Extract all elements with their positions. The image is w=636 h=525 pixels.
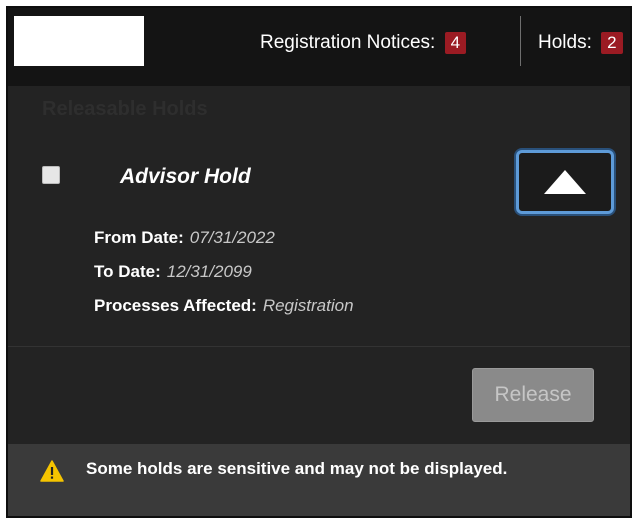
holds-label: Holds: — [538, 32, 592, 53]
registration-notices-badge: 4 — [444, 32, 467, 54]
chevron-up-icon — [544, 170, 586, 194]
holds-panel: Registration Notices: 4 Holds: 2 Releasa… — [6, 6, 632, 518]
hold-checkbox[interactable] — [42, 166, 60, 184]
collapse-button[interactable] — [516, 150, 614, 214]
to-date-row: To Date: 12/31/2099 — [94, 262, 252, 282]
processes-affected-row: Processes Affected: Registration — [94, 296, 354, 316]
section-title: Releasable Holds — [42, 98, 208, 120]
to-date-label: To Date: — [94, 262, 161, 281]
registration-notices-link[interactable]: Registration Notices: 4 — [260, 32, 467, 54]
from-date-value: 07/31/2022 — [189, 228, 275, 247]
divider — [8, 346, 630, 347]
hold-name: Advisor Hold — [120, 165, 251, 188]
processes-affected-value: Registration — [262, 296, 354, 315]
registration-notices-label: Registration Notices: — [260, 32, 436, 53]
sensitive-holds-notice: Some holds are sensitive and may not be … — [8, 444, 630, 516]
logo — [14, 16, 144, 66]
holds-link[interactable]: Holds: 2 — [538, 32, 623, 54]
from-date-row: From Date: 07/31/2022 — [94, 228, 275, 248]
from-date-label: From Date: — [94, 228, 184, 247]
processes-affected-label: Processes Affected: — [94, 296, 257, 315]
holds-badge: 2 — [601, 32, 623, 54]
sensitive-holds-message: Some holds are sensitive and may not be … — [86, 459, 508, 478]
header-bar: Registration Notices: 4 Holds: 2 — [8, 8, 630, 86]
warning-icon — [40, 460, 64, 482]
release-button[interactable]: Release — [472, 368, 594, 422]
header-divider — [520, 16, 521, 66]
to-date-value: 12/31/2099 — [166, 262, 252, 281]
